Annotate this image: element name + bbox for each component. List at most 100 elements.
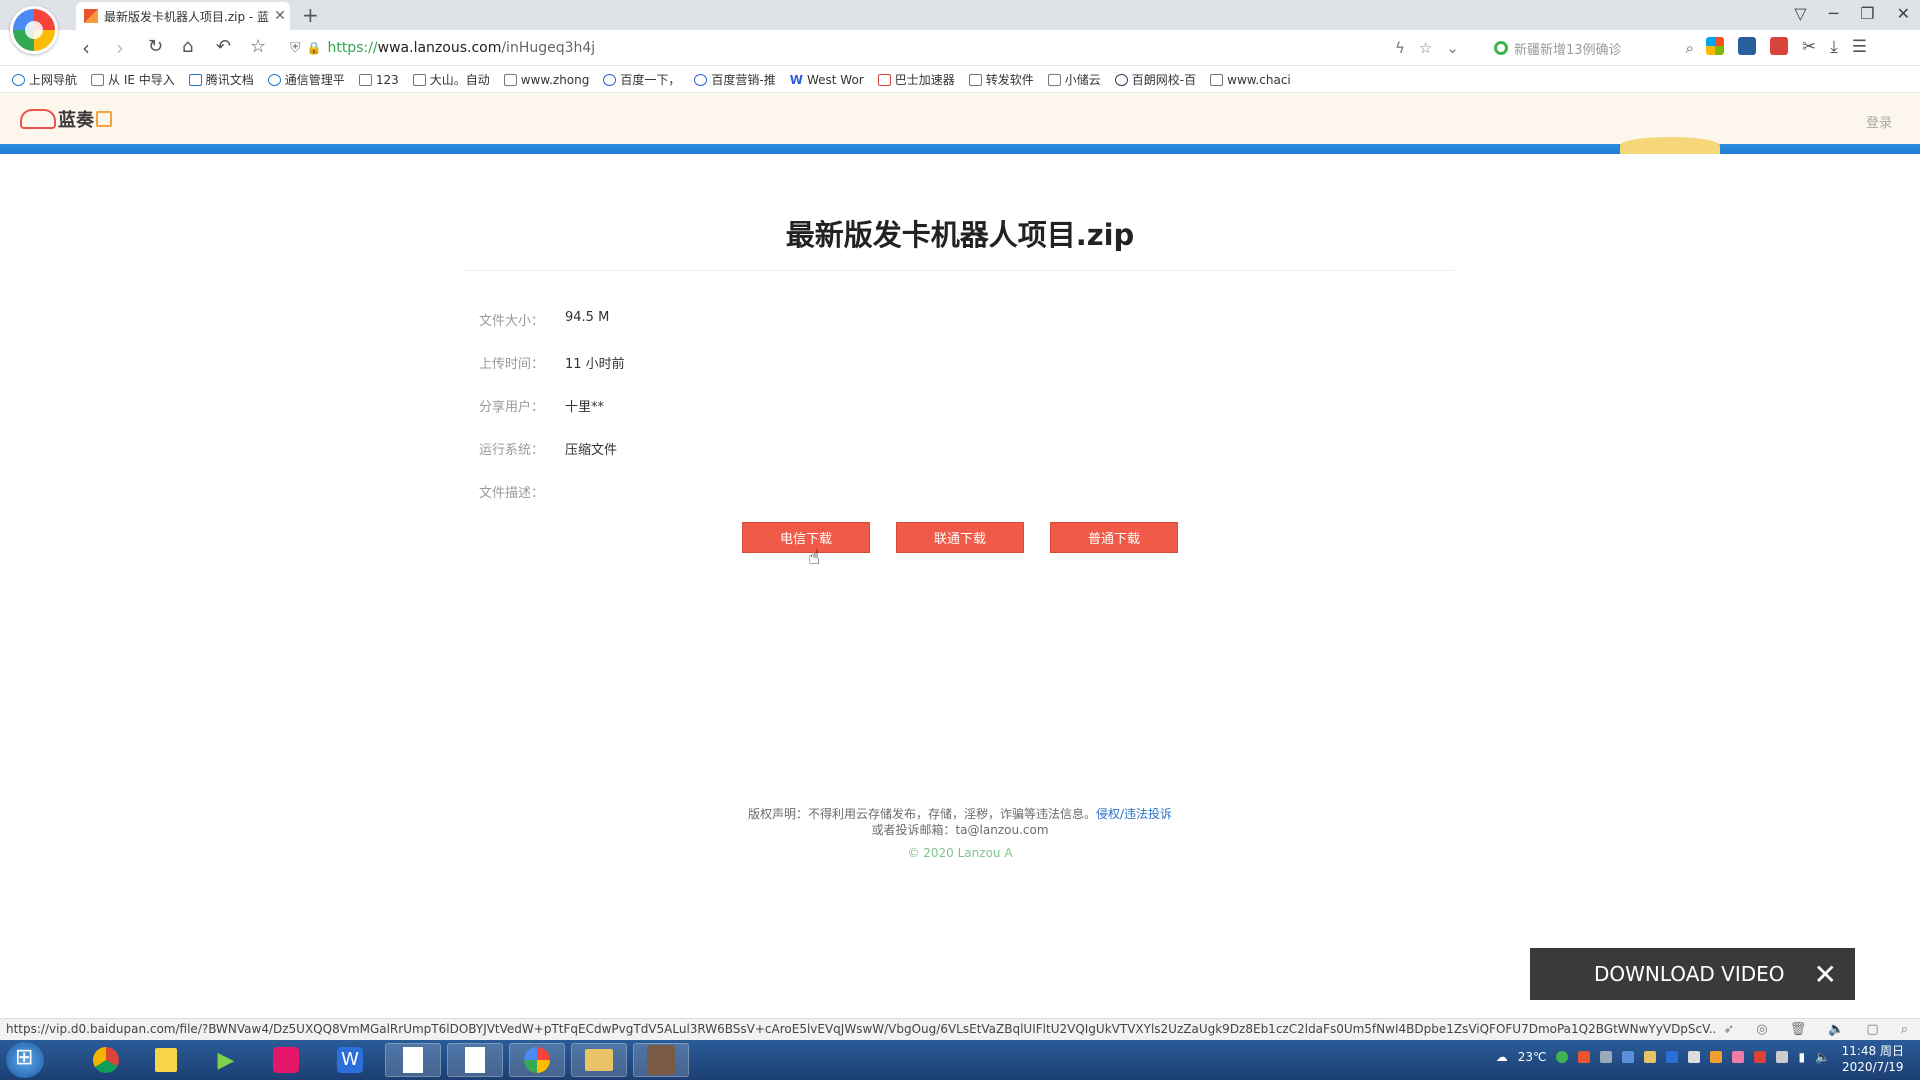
- tray-app-icon[interactable]: [1776, 1051, 1789, 1063]
- back-icon[interactable]: ‹: [82, 36, 90, 60]
- new-tab-button[interactable]: +: [302, 3, 319, 27]
- avatar[interactable]: [633, 1043, 689, 1077]
- browser-taskbar-icon[interactable]: [509, 1043, 565, 1077]
- url-input[interactable]: ⛨ 🔒 https://wwa.lanzous.com/inHugeq3h4j: [290, 34, 1460, 62]
- page-icon: [412, 73, 426, 86]
- weather-cloud-icon[interactable]: ☁: [1496, 1050, 1508, 1064]
- tray-app-icon[interactable]: [1600, 1051, 1613, 1063]
- media-player-icon[interactable]: ▶: [198, 1043, 254, 1077]
- search-input[interactable]: 新疆新增13例确诊 ⌕: [1494, 35, 1694, 61]
- tray-app-icon[interactable]: [1688, 1051, 1701, 1063]
- status-icons: ➶ ◎ 🗑 🔈 ▢ ⌕: [1715, 1022, 1908, 1037]
- browser-logo-icon[interactable]: [10, 6, 58, 54]
- bookmark-item[interactable]: 大山。自动: [412, 71, 490, 88]
- file-title: 最新版发卡机器人项目.zip: [785, 218, 1135, 252]
- start-button[interactable]: [6, 1042, 44, 1078]
- bookmark-item[interactable]: 通信管理平: [267, 71, 345, 88]
- bookmark-item[interactable]: 腾讯文档: [188, 71, 254, 88]
- lock-icon: 🔒: [306, 41, 322, 55]
- site-logo[interactable]: 蓝奏: [20, 106, 112, 132]
- close-window-button[interactable]: ✕: [1897, 4, 1910, 23]
- restore-button[interactable]: ❐: [1860, 4, 1874, 23]
- tray-app-icon[interactable]: [1556, 1051, 1569, 1063]
- taskbar-clock[interactable]: 11:48 周日 2020/7/19: [1842, 1043, 1904, 1075]
- bookmark-item[interactable]: 上网导航: [12, 71, 77, 88]
- user-value: 十里**: [565, 400, 605, 415]
- folder-icon: [358, 73, 372, 86]
- tray-app-icon[interactable]: [1710, 1051, 1723, 1063]
- unicom-download-button[interactable]: 联通下载: [896, 522, 1024, 553]
- document-icon[interactable]: [447, 1043, 503, 1077]
- pdf-extension-icon[interactable]: [1770, 37, 1788, 55]
- login-link[interactable]: 登录: [1866, 112, 1892, 131]
- tab-bar: 最新版发卡机器人项目.zip - 蓝 ✕ + ▽ ─ ❐ ✕: [0, 0, 1920, 30]
- sound-icon[interactable]: 🔈: [1828, 1022, 1844, 1037]
- school-icon: [1114, 73, 1128, 86]
- rocket-icon[interactable]: ➶: [1723, 1022, 1734, 1037]
- window-controls: ▽ ─ ❐ ✕: [1794, 4, 1910, 23]
- undo-close-icon[interactable]: ↶: [216, 36, 231, 57]
- bookmark-star-icon[interactable]: ☆: [1419, 39, 1432, 57]
- report-link[interactable]: 侵权/违法投诉: [1096, 807, 1172, 821]
- folder-icon: [1047, 73, 1061, 86]
- sogou-input-icon[interactable]: [1578, 1051, 1591, 1063]
- skin-icon[interactable]: ▽: [1794, 4, 1806, 23]
- home-icon[interactable]: ⌂: [182, 36, 193, 57]
- tray-app-icon[interactable]: [1622, 1051, 1635, 1063]
- download-icon[interactable]: ⤓: [1830, 37, 1838, 57]
- tray-app-icon[interactable]: [1666, 1051, 1679, 1063]
- youku-icon[interactable]: [258, 1043, 314, 1077]
- scissors-icon[interactable]: ✂: [1802, 37, 1816, 57]
- favorite-star-icon[interactable]: ☆: [250, 36, 266, 57]
- tray-app-icon[interactable]: [1644, 1051, 1657, 1063]
- bookmark-item[interactable]: 百度一下，: [603, 71, 680, 88]
- minimize-button[interactable]: ─: [1829, 4, 1839, 23]
- download-video-button[interactable]: DOWNLOAD VIDEO ✕: [1530, 948, 1855, 1000]
- zoom-icon[interactable]: ⌕: [1901, 1022, 1908, 1037]
- time-label: 上传时间：: [479, 357, 545, 372]
- reload-icon[interactable]: ↻: [148, 36, 163, 57]
- bookmark-item[interactable]: www.zhong: [503, 73, 589, 87]
- time-value: 11 小时前: [565, 357, 625, 372]
- tray-app-icon[interactable]: [1754, 1051, 1767, 1063]
- notes-icon[interactable]: [138, 1043, 194, 1077]
- close-icon[interactable]: ✕: [1814, 958, 1837, 991]
- volume-icon[interactable]: 🔈: [1815, 1050, 1830, 1064]
- lightning-icon[interactable]: ϟ: [1395, 39, 1405, 57]
- bookmark-item[interactable]: W West Wor: [790, 73, 864, 87]
- tab-close-icon[interactable]: ✕: [270, 8, 290, 24]
- search-engine-icon: [1494, 41, 1508, 55]
- bookmark-item[interactable]: 巴士加速器: [877, 71, 955, 88]
- tray-app-icon[interactable]: [1732, 1051, 1745, 1063]
- taskbar: ▶ W ☁ 23℃ ▮ 🔈 11:48 周日 2020/7/19: [0, 1040, 1920, 1080]
- bookmark-item[interactable]: www.chaci: [1210, 73, 1291, 87]
- document-icon[interactable]: [385, 1043, 441, 1077]
- search-icon[interactable]: ⌕: [1686, 39, 1694, 57]
- menu-icon[interactable]: ☰: [1852, 37, 1867, 57]
- url-path: /inHugeq3h4j: [501, 40, 596, 56]
- chrome-icon[interactable]: [78, 1043, 134, 1077]
- url-actions: ϟ ☆ ⌄: [1395, 39, 1459, 57]
- apps-grid-icon[interactable]: [1706, 37, 1724, 55]
- window-icon[interactable]: ▢: [1866, 1022, 1878, 1037]
- bookmark-item[interactable]: 123: [358, 73, 399, 87]
- forward-icon[interactable]: ›: [116, 36, 124, 60]
- system-value: 压缩文件: [565, 443, 618, 458]
- bookmark-item[interactable]: 小储云: [1047, 71, 1101, 88]
- file-explorer-icon[interactable]: [571, 1043, 627, 1077]
- browser-tab[interactable]: 最新版发卡机器人项目.zip - 蓝 ✕: [76, 2, 290, 30]
- normal-download-button[interactable]: 普通下载: [1050, 522, 1178, 553]
- bookmark-item[interactable]: 百朗网校-百: [1114, 71, 1196, 88]
- page-icon: [503, 73, 517, 86]
- bookmark-item[interactable]: 百度营销-推: [694, 71, 776, 88]
- trash-icon[interactable]: 🗑: [1790, 1022, 1807, 1037]
- bookmark-item[interactable]: 从 IE 中导入: [91, 71, 175, 88]
- chevron-down-icon[interactable]: ⌄: [1446, 39, 1459, 57]
- network-icon[interactable]: ▮: [1798, 1050, 1805, 1064]
- bookmark-item[interactable]: 转发软件: [968, 71, 1034, 88]
- extension-icon[interactable]: [1738, 37, 1756, 55]
- mascot-decoration: [1620, 137, 1720, 154]
- wps-icon[interactable]: W: [322, 1043, 378, 1077]
- telecom-download-button[interactable]: 电信下载: [742, 522, 870, 553]
- speedup-icon[interactable]: ◎: [1756, 1022, 1767, 1037]
